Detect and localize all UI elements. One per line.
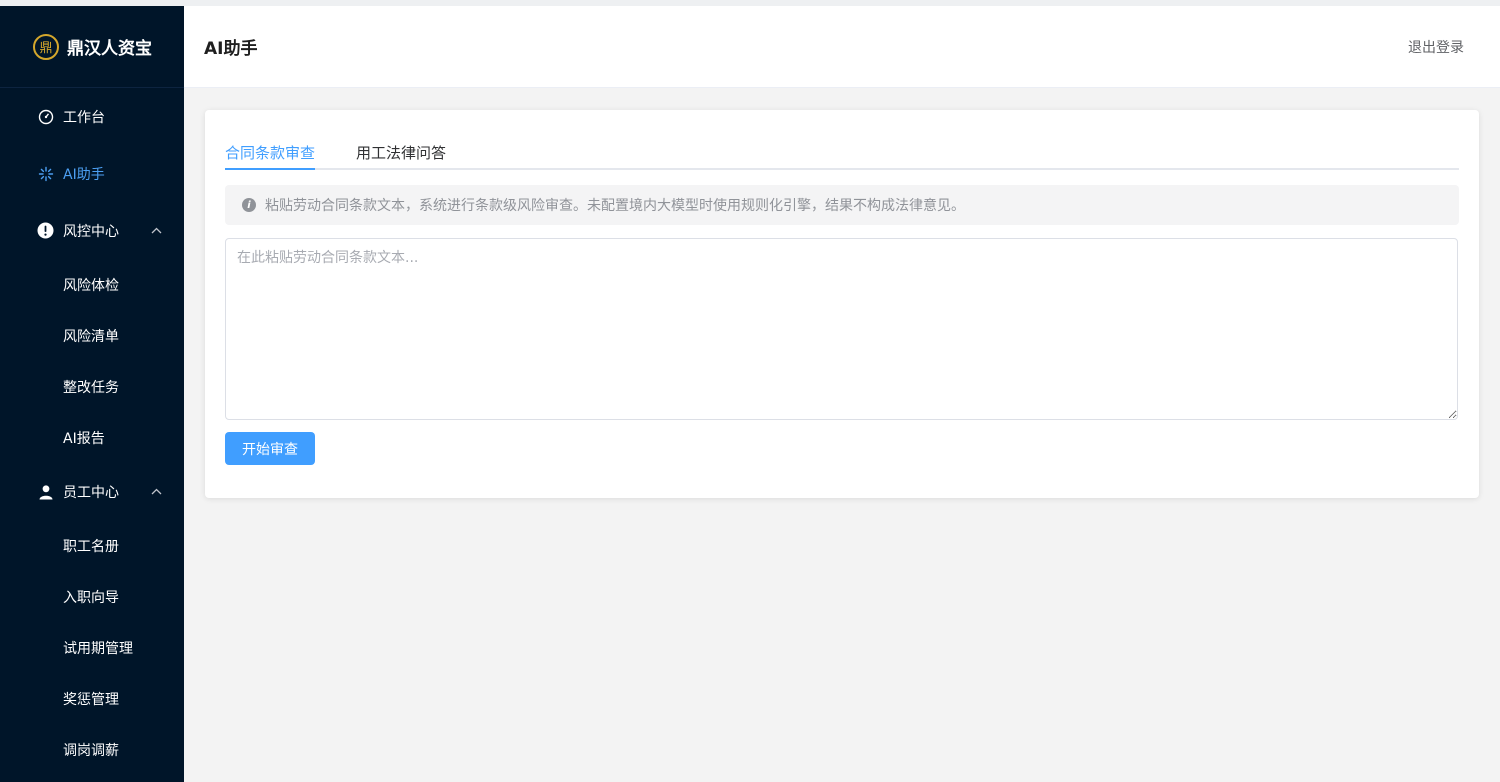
sidebar-item-label: 风控中心	[63, 223, 119, 240]
sidebar-item-transfer-salary[interactable]: 调岗调薪	[0, 724, 184, 775]
sidebar-menu: 工作台 AI助手 风控中心 风险体检 风险清单 整改任务 AI报告 员工中心 职…	[0, 88, 184, 775]
info-icon: i	[242, 198, 256, 212]
info-notice: i 粘贴劳动合同条款文本，系统进行条款级风险审查。未配置境内大模型时使用规则化引…	[225, 185, 1459, 225]
window-top-strip	[0, 0, 1500, 6]
sidebar-group-risk-center[interactable]: 风控中心	[0, 202, 184, 259]
sidebar-item-onboarding-guide[interactable]: 入职向导	[0, 571, 184, 622]
sidebar-item-rewards-penalties[interactable]: 奖惩管理	[0, 673, 184, 724]
tab-labor-law-qa[interactable]: 用工法律问答	[356, 110, 446, 168]
page-header: AI助手 退出登录	[184, 6, 1500, 88]
sidebar-item-label: 员工中心	[63, 484, 119, 501]
chevron-up-icon	[151, 485, 162, 498]
start-review-button[interactable]: 开始审查	[225, 432, 315, 465]
user-icon	[37, 483, 54, 500]
sidebar: 鼎 鼎汉人资宝 工作台 AI助手 风控中心 风险体检 风险清单 整改任务 AI报…	[0, 6, 184, 782]
chevron-up-icon	[151, 224, 162, 237]
page-title: AI助手	[204, 39, 258, 59]
sidebar-item-employee-roster[interactable]: 职工名册	[0, 520, 184, 571]
main-area: AI助手 退出登录 合同条款审查 用工法律问答 i 粘贴劳动合同条款文本，系统进…	[184, 6, 1500, 782]
sidebar-item-rectification-tasks[interactable]: 整改任务	[0, 361, 184, 412]
brand-logo-icon: 鼎	[33, 33, 59, 60]
sidebar-item-workbench[interactable]: 工作台	[0, 88, 184, 145]
tab-contract-review[interactable]: 合同条款审查	[225, 110, 316, 170]
brand-name: 鼎汉人资宝	[67, 39, 152, 59]
sidebar-item-risk-list[interactable]: 风险清单	[0, 310, 184, 361]
contract-text-input[interactable]	[225, 238, 1458, 420]
alert-circle-icon	[37, 222, 54, 239]
dashboard-gauge-icon	[37, 108, 54, 125]
tab-bar: 合同条款审查 用工法律问答	[225, 110, 1459, 170]
sidebar-item-label: AI助手	[63, 166, 105, 183]
sidebar-item-ai-report[interactable]: AI报告	[0, 412, 184, 463]
notice-text: 粘贴劳动合同条款文本，系统进行条款级风险审查。未配置境内大模型时使用规则化引擎，…	[265, 198, 965, 214]
sidebar-item-label: 工作台	[63, 109, 105, 126]
sidebar-item-ai-assistant[interactable]: AI助手	[0, 145, 184, 202]
content-card: 合同条款审查 用工法律问答 i 粘贴劳动合同条款文本，系统进行条款级风险审查。未…	[205, 110, 1479, 498]
sidebar-item-risk-check[interactable]: 风险体检	[0, 259, 184, 310]
sidebar-group-employee-center[interactable]: 员工中心	[0, 463, 184, 520]
brand[interactable]: 鼎 鼎汉人资宝	[0, 6, 184, 88]
sidebar-item-probation-management[interactable]: 试用期管理	[0, 622, 184, 673]
logout-link[interactable]: 退出登录	[1408, 37, 1464, 57]
sparkle-icon	[37, 165, 54, 182]
